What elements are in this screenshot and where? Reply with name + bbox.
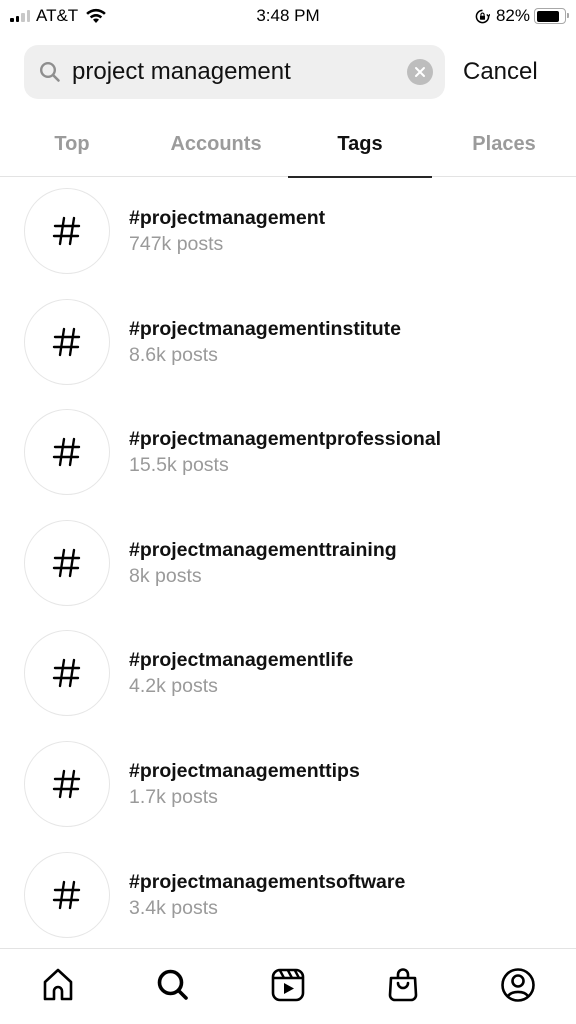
hashtag-icon: [52, 216, 81, 246]
tag-text: #projectmanagementinstitute 8.6k posts: [129, 316, 401, 368]
profile-icon: [501, 968, 536, 1002]
tab-tags[interactable]: Tags: [288, 120, 432, 178]
tag-results-list: #projectmanagement 747k posts #projectma…: [0, 188, 576, 962]
tag-avatar: [24, 188, 110, 274]
tag-name: #projectmanagementtraining: [129, 538, 397, 561]
hashtag-icon: [52, 327, 81, 356]
tag-avatar: [24, 298, 110, 385]
tag-post-count: 4.2k posts: [129, 675, 218, 698]
shopping-bag-icon: [388, 968, 418, 1002]
status-bar: AT&T 3:48 PM 82%: [0, 0, 576, 34]
tag-text: #projectmanagementsoftware 3.4k posts: [129, 869, 405, 921]
tab-top[interactable]: Top: [0, 120, 144, 176]
clear-icon: [415, 67, 425, 77]
tag-post-count: 1.7k posts: [129, 785, 218, 808]
nav-search[interactable]: [115, 949, 230, 1024]
home-icon: [43, 968, 72, 1001]
tag-avatar: [24, 740, 110, 827]
tag-text: #projectmanagementprofessional 15.5k pos…: [129, 426, 441, 478]
nav-shop[interactable]: [346, 949, 461, 1024]
tag-text: #projectmanagementtips 1.7k posts: [129, 758, 360, 810]
tag-post-count: 15.5k posts: [129, 454, 229, 477]
tag-text: #projectmanagementtraining 8k posts: [129, 537, 397, 589]
reels-icon: [271, 968, 305, 1002]
search-icon: [38, 60, 62, 84]
tag-avatar: [24, 630, 110, 717]
hashtag-icon: [52, 437, 81, 467]
tag-name: #projectmanagement: [129, 207, 326, 229]
nav-home[interactable]: [0, 949, 115, 1024]
tab-places[interactable]: Places: [432, 120, 576, 176]
battery-icon: [534, 8, 569, 24]
tag-result-item[interactable]: #projectmanagementsoftware 3.4k posts: [0, 851, 576, 963]
tag-result-item[interactable]: #projectmanagementlife 4.2k posts: [0, 630, 576, 741]
hashtag-icon: [52, 548, 81, 577]
tag-name: #projectmanagementinstitute: [129, 317, 401, 340]
search-bar-row: Cancel: [24, 45, 576, 99]
search-input[interactable]: [72, 52, 407, 92]
hashtag-icon: [52, 880, 81, 909]
hashtag-icon: [52, 769, 81, 799]
bottom-nav: [0, 948, 576, 1024]
tag-avatar: [24, 851, 110, 938]
tag-avatar: [24, 409, 110, 496]
hashtag-icon: [52, 659, 81, 688]
tag-avatar: [24, 519, 110, 606]
search-field[interactable]: [24, 45, 445, 99]
tag-post-count: 3.4k posts: [129, 896, 218, 919]
tag-name: #projectmanagementlife: [129, 649, 354, 672]
tag-name: #projectmanagementsoftware: [129, 870, 406, 893]
rotation-lock-icon: [475, 9, 490, 23]
tag-post-count: 747k posts: [129, 233, 224, 255]
search-icon: [157, 969, 188, 1000]
tag-post-count: 8.6k posts: [129, 343, 218, 366]
nav-reels[interactable]: [230, 949, 345, 1024]
cancel-button[interactable]: Cancel: [463, 58, 538, 86]
tag-result-item[interactable]: #projectmanagementinstitute 8.6k posts: [0, 298, 576, 410]
tag-text: #projectmanagementlife 4.2k posts: [129, 647, 353, 699]
status-right: 82%: [475, 5, 569, 27]
battery-percent: 82%: [495, 6, 530, 25]
tag-post-count: 8k posts: [129, 564, 202, 587]
nav-profile[interactable]: [461, 949, 576, 1024]
tab-accounts[interactable]: Accounts: [144, 120, 288, 176]
tag-text: #projectmanagement 747k posts: [129, 205, 325, 257]
tag-result-item[interactable]: #projectmanagementprofessional 15.5k pos…: [0, 409, 576, 520]
clear-search-button[interactable]: [407, 59, 433, 85]
search-tabs: Top Accounts Tags Places: [0, 120, 576, 178]
tag-result-item[interactable]: #projectmanagementtips 1.7k posts: [0, 740, 576, 852]
tag-name: #projectmanagementprofessional: [129, 428, 442, 451]
tag-name: #projectmanagementtips: [129, 759, 360, 782]
tag-result-item[interactable]: #projectmanagement 747k posts: [0, 188, 576, 299]
tag-result-item[interactable]: #projectmanagementtraining 8k posts: [0, 519, 576, 631]
